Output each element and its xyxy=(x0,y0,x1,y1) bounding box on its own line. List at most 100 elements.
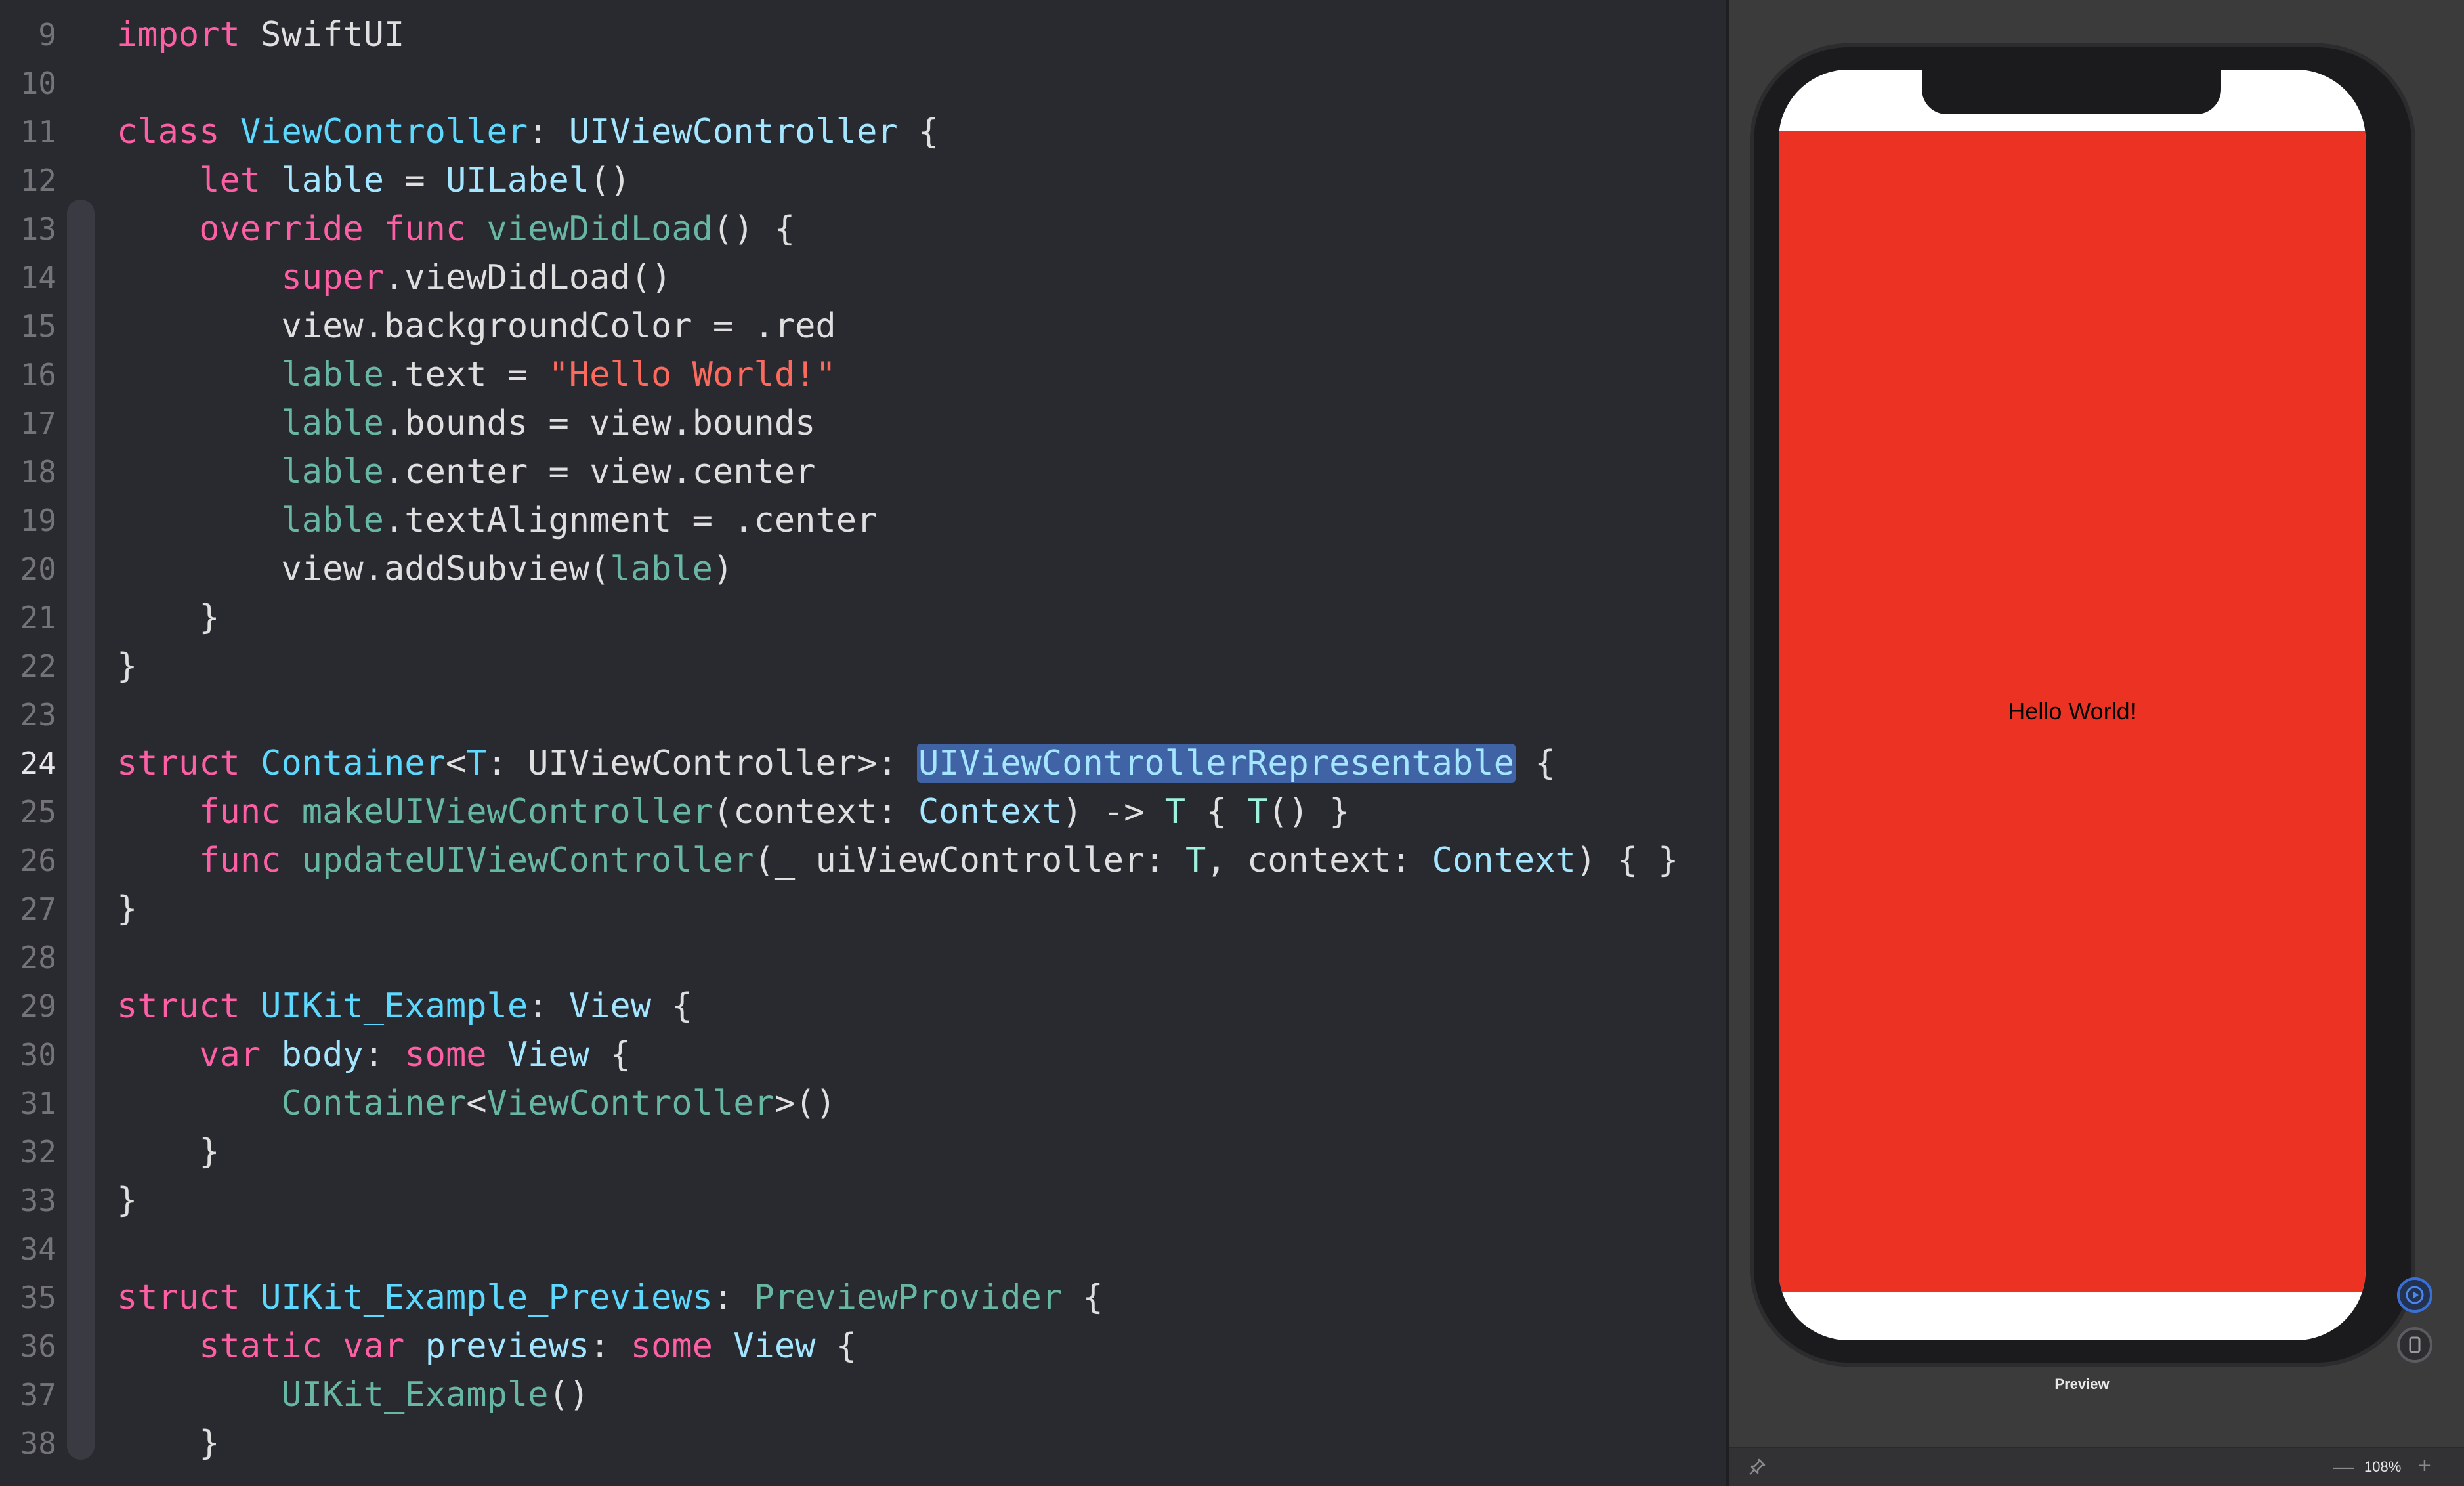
code-line[interactable]: 30 var body: some View { xyxy=(0,1030,1726,1079)
code-token: func xyxy=(384,209,467,249)
code-line[interactable]: 11 class ViewController: UIViewController… xyxy=(0,108,1726,156)
code-line[interactable]: 35 struct UIKit_Example_Previews: Preview… xyxy=(0,1273,1726,1322)
line-number[interactable]: 17 xyxy=(0,399,56,448)
code-line[interactable]: 15 view.backgroundColor = .red xyxy=(0,302,1726,350)
line-number[interactable]: 10 xyxy=(0,59,56,108)
code-line[interactable]: 32 } xyxy=(0,1128,1726,1176)
code-line[interactable]: 19 lable.textAlignment = .center xyxy=(0,496,1726,545)
line-number[interactable]: 37 xyxy=(0,1370,56,1419)
code-line[interactable]: 31 Container<ViewController>() xyxy=(0,1079,1726,1128)
code-line[interactable]: 10 xyxy=(0,59,1726,108)
code-line[interactable]: 36 static var previews: some View { xyxy=(0,1322,1726,1370)
code-line[interactable]: 13 override func viewDidLoad() { xyxy=(0,205,1726,253)
code-text[interactable]: } xyxy=(117,1419,219,1468)
code-line[interactable]: 16 lable.text = "Hello World!" xyxy=(0,350,1726,399)
line-number[interactable]: 24 xyxy=(0,739,56,788)
code-token: SwiftUI xyxy=(240,15,405,54)
line-number[interactable]: 30 xyxy=(0,1030,56,1079)
code-line[interactable]: 12 let lable = UILabel() xyxy=(0,156,1726,205)
code-line[interactable]: 27} xyxy=(0,885,1726,933)
line-number[interactable]: 14 xyxy=(0,253,56,302)
line-number[interactable]: 34 xyxy=(0,1225,56,1273)
code-text[interactable]: struct UIKit_Example_Previews: PreviewPr… xyxy=(117,1273,1103,1322)
live-preview-button[interactable] xyxy=(2397,1277,2432,1313)
line-number[interactable]: 12 xyxy=(0,156,56,205)
code-line[interactable]: 34 xyxy=(0,1225,1726,1273)
code-line[interactable]: 28 xyxy=(0,933,1726,982)
line-number[interactable]: 21 xyxy=(0,593,56,642)
code-text[interactable]: var body: some View { xyxy=(117,1030,631,1079)
zoom-level[interactable]: 108% xyxy=(2364,1457,2401,1477)
code-line[interactable]: 26 func updateUIViewController(_ uiViewC… xyxy=(0,836,1726,885)
code-text[interactable]: } xyxy=(117,1176,137,1225)
line-number[interactable]: 26 xyxy=(0,836,56,885)
code-text[interactable]: } xyxy=(117,885,137,933)
code-line[interactable]: 20 view.addSubview(lable) xyxy=(0,545,1726,593)
code-text[interactable]: lable.textAlignment = .center xyxy=(117,496,877,545)
zoom-out-button[interactable]: — xyxy=(2333,1454,2354,1478)
code-text[interactable]: } xyxy=(117,1128,219,1176)
code-line[interactable]: 18 lable.center = view.center xyxy=(0,448,1726,496)
code-text[interactable]: } xyxy=(117,593,219,642)
code-text[interactable]: Container<ViewController>() xyxy=(117,1079,836,1128)
code-text[interactable]: static var previews: some View { xyxy=(117,1322,857,1370)
line-number[interactable]: 28 xyxy=(0,933,56,982)
code-text[interactable]: class ViewController: UIViewController { xyxy=(117,108,939,156)
line-number[interactable]: 36 xyxy=(0,1322,56,1370)
line-number[interactable]: 38 xyxy=(0,1419,56,1468)
pin-icon[interactable] xyxy=(1747,1457,1767,1477)
code-text[interactable]: func makeUIViewController(context: Conte… xyxy=(117,788,1349,836)
line-number[interactable]: 29 xyxy=(0,982,56,1030)
code-line[interactable]: 29 struct UIKit_Example: View { xyxy=(0,982,1726,1030)
code-text[interactable]: lable.text = "Hello World!" xyxy=(117,350,836,399)
line-number[interactable]: 33 xyxy=(0,1176,56,1225)
code-token: UIViewController xyxy=(568,112,898,152)
code-token: < xyxy=(466,1084,487,1123)
code-line[interactable]: 23 xyxy=(0,690,1726,739)
code-text[interactable]: let lable = UILabel() xyxy=(117,156,630,205)
code-text[interactable]: import SwiftUI xyxy=(117,11,404,59)
code-line[interactable]: 38 } xyxy=(0,1419,1726,1468)
line-number[interactable]: 32 xyxy=(0,1128,56,1176)
line-number[interactable]: 19 xyxy=(0,496,56,545)
line-number[interactable]: 35 xyxy=(0,1273,56,1322)
code-line[interactable]: 33} xyxy=(0,1176,1726,1225)
code-line[interactable]: 17 lable.bounds = view.bounds xyxy=(0,399,1726,448)
code-text[interactable]: } xyxy=(117,642,137,690)
zoom-in-button[interactable]: + xyxy=(2418,1453,2431,1478)
code-text[interactable]: UIKit_Example() xyxy=(117,1370,589,1419)
code-line[interactable]: 9 import SwiftUI xyxy=(0,11,1726,59)
code-text[interactable]: view.backgroundColor = .red xyxy=(117,302,836,350)
code-text[interactable]: view.addSubview(lable) xyxy=(117,545,733,593)
code-line[interactable]: 24 struct Container<T: UIViewController>:… xyxy=(0,739,1726,788)
line-number[interactable]: 23 xyxy=(0,690,56,739)
canvas-preview-pane: Hello World! Preview — 108% + xyxy=(1726,0,2464,1486)
device-preview-button[interactable] xyxy=(2397,1327,2432,1363)
line-number[interactable]: 22 xyxy=(0,642,56,690)
line-number[interactable]: 11 xyxy=(0,108,56,156)
line-number[interactable]: 9 xyxy=(0,11,56,59)
code-text[interactable]: lable.bounds = view.bounds xyxy=(117,399,815,448)
code-text[interactable]: super.viewDidLoad() xyxy=(117,253,671,302)
code-line[interactable]: 37 UIKit_Example() xyxy=(0,1370,1726,1419)
code-line[interactable]: 21 } xyxy=(0,593,1726,642)
code-line[interactable]: 14 super.viewDidLoad() xyxy=(0,253,1726,302)
line-number[interactable]: 15 xyxy=(0,302,56,350)
code-editor[interactable]: 9 import SwiftUI 10 11 class ViewController:… xyxy=(0,0,1726,1486)
code-text[interactable]: struct Container<T: UIViewController>: U… xyxy=(117,739,1556,788)
code-text[interactable]: func updateUIViewController(_ uiViewCont… xyxy=(117,836,1678,885)
line-number[interactable]: 18 xyxy=(0,448,56,496)
line-number[interactable]: 27 xyxy=(0,885,56,933)
line-number[interactable]: 16 xyxy=(0,350,56,399)
line-number[interactable]: 20 xyxy=(0,545,56,593)
line-number[interactable]: 25 xyxy=(0,788,56,836)
code-text[interactable]: struct UIKit_Example: View { xyxy=(117,982,692,1030)
code-line[interactable]: 22} xyxy=(0,642,1726,690)
line-number[interactable]: 31 xyxy=(0,1079,56,1128)
code-text[interactable]: lable.center = view.center xyxy=(117,448,815,496)
code-text[interactable]: override func viewDidLoad() { xyxy=(117,205,795,253)
device-screen[interactable]: Hello World! xyxy=(1779,70,2366,1340)
code-line[interactable]: 25 func makeUIViewController(context: Co… xyxy=(0,788,1726,836)
line-number[interactable]: 13 xyxy=(0,205,56,253)
